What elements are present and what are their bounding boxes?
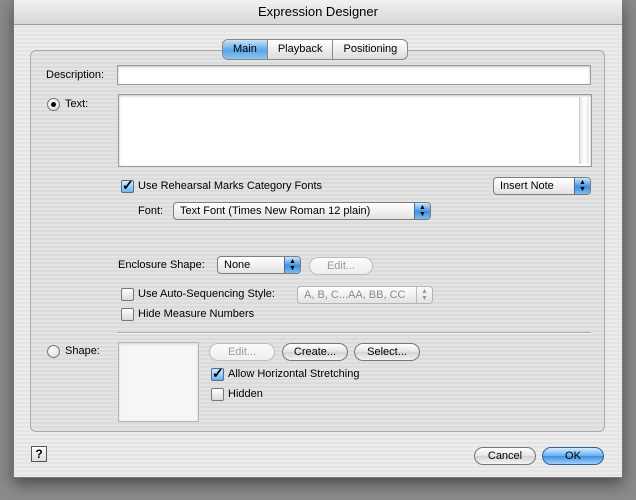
text-radio[interactable] — [47, 98, 60, 111]
shape-create-button[interactable]: Create... — [282, 343, 348, 361]
up-down-arrows-icon: ▲ ▼ — [414, 203, 430, 219]
cancel-button[interactable]: Cancel — [474, 447, 536, 465]
section-divider — [117, 332, 591, 334]
expression-designer-window: Expression Designer Main Playback Positi… — [13, 0, 623, 478]
up-down-arrows-icon: ▲ ▼ — [416, 287, 432, 303]
insert-note-value: Insert Note — [500, 180, 554, 192]
use-rehearsal-fonts-label: Use Rehearsal Marks Category Fonts — [138, 180, 323, 192]
shape-radio[interactable] — [47, 345, 60, 358]
font-popup[interactable]: Text Font (Times New Roman 12 plain) ▲ ▼ — [173, 202, 431, 220]
auto-sequencing-label: Use Auto-Sequencing Style: — [138, 288, 275, 300]
window-title: Expression Designer — [14, 0, 622, 25]
description-input[interactable] — [117, 65, 591, 85]
auto-sequencing-popup[interactable]: A, B, C...AA, BB, CC ▲ ▼ — [297, 286, 433, 304]
enclosure-shape-value: None — [224, 259, 251, 271]
tab-main[interactable]: Main — [223, 40, 267, 59]
auto-sequencing-value: A, B, C...AA, BB, CC — [304, 289, 406, 301]
font-label: Font: — [138, 205, 164, 217]
hide-measure-numbers-checkbox[interactable] — [121, 308, 134, 321]
font-value: Text Font (Times New Roman 12 plain) — [180, 205, 371, 217]
text-area-scrollbar[interactable] — [579, 97, 589, 164]
shape-radio-label: Shape: — [65, 345, 100, 357]
enclosure-shape-label: Enclosure Shape: — [118, 259, 205, 271]
tab-positioning[interactable]: Positioning — [332, 40, 407, 59]
use-rehearsal-fonts-checkbox[interactable] — [121, 177, 134, 194]
tab-bar: Main Playback Positioning — [222, 39, 409, 60]
description-label: Description: — [46, 69, 105, 81]
enclosure-edit-button[interactable]: Edit... — [309, 257, 373, 275]
insert-note-popup[interactable]: Insert Note ▲ ▼ — [493, 177, 591, 195]
text-area[interactable] — [118, 94, 592, 167]
hide-measure-numbers-label: Hide Measure Numbers — [138, 308, 255, 320]
auto-sequencing-checkbox[interactable] — [121, 288, 134, 301]
allow-horizontal-stretching-label: Allow Horizontal Stretching — [228, 368, 360, 380]
up-down-arrows-icon: ▲ ▼ — [284, 257, 300, 273]
ok-button[interactable]: OK — [542, 447, 604, 465]
shape-select-button[interactable]: Select... — [354, 343, 420, 361]
help-icon[interactable]: ? — [31, 446, 47, 462]
shape-edit-button[interactable]: Edit... — [209, 343, 275, 361]
hidden-label: Hidden — [228, 388, 263, 400]
hidden-checkbox[interactable] — [211, 388, 224, 401]
shape-preview — [118, 342, 199, 422]
enclosure-shape-popup[interactable]: None ▲ ▼ — [217, 256, 301, 274]
tab-playback[interactable]: Playback — [266, 40, 333, 59]
allow-horizontal-stretching-checkbox[interactable] — [211, 365, 224, 382]
up-down-arrows-icon: ▲ ▼ — [574, 178, 590, 194]
text-radio-label: Text: — [65, 98, 89, 110]
